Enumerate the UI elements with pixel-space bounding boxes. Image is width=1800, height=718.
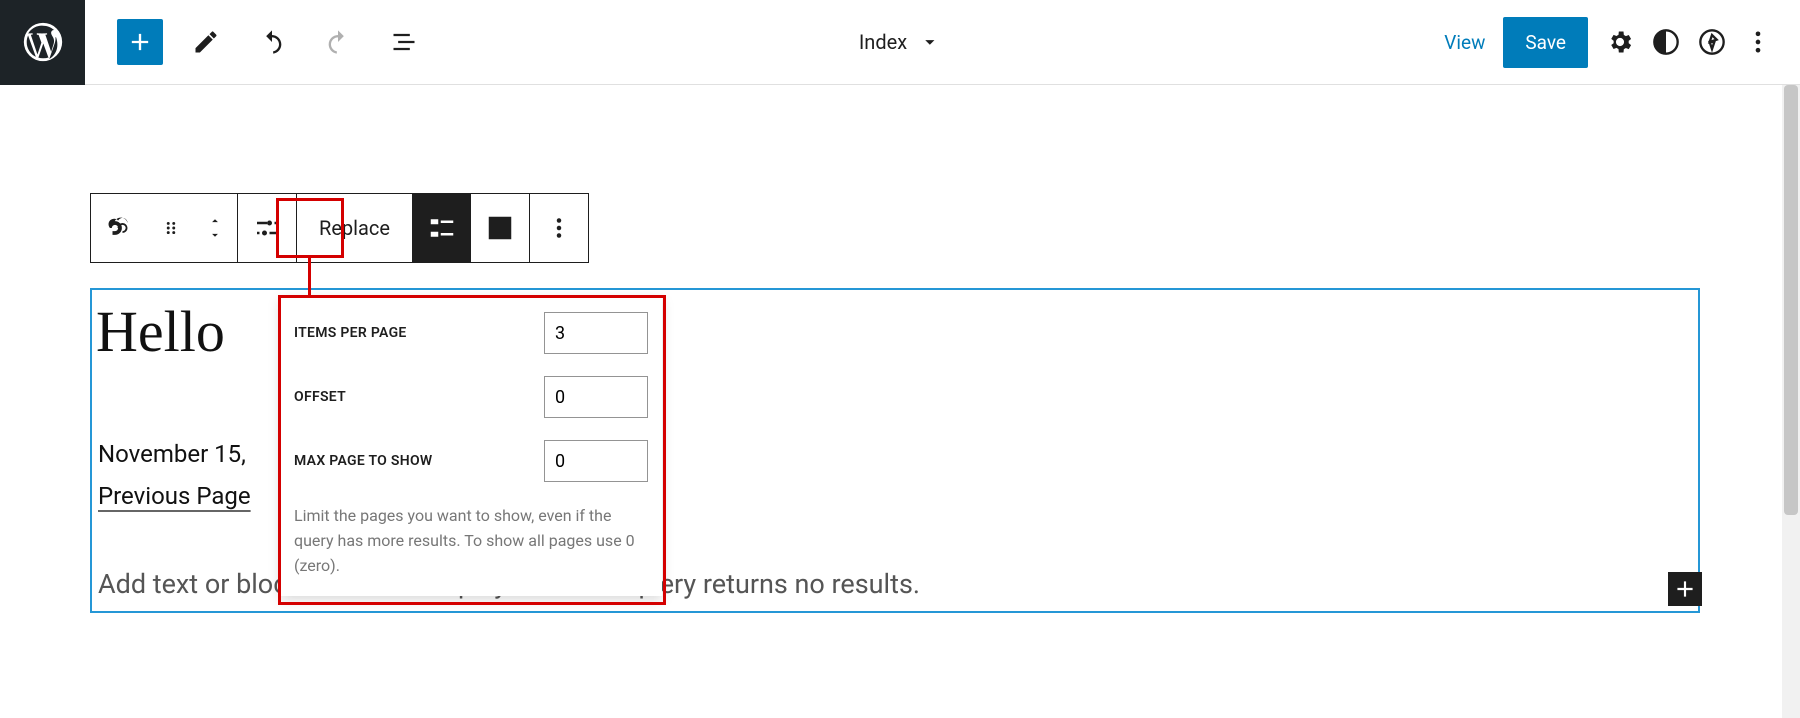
add-block-button[interactable]: [1668, 572, 1702, 606]
top-left-tools: [85, 19, 427, 65]
scrollbar-thumb[interactable]: [1784, 85, 1798, 515]
offset-input[interactable]: [544, 376, 648, 418]
top-right-tools: View Save: [1444, 17, 1800, 68]
wordpress-logo[interactable]: [0, 0, 85, 85]
grid-layout-button[interactable]: [471, 194, 529, 262]
view-link[interactable]: View: [1444, 31, 1485, 54]
navigation-icon[interactable]: [1698, 28, 1726, 56]
items-per-page-input[interactable]: [544, 312, 648, 354]
items-per-page-label: Items per page: [294, 325, 407, 341]
block-inserter-button[interactable]: [117, 19, 163, 65]
post-date[interactable]: November 15,: [98, 440, 246, 468]
list-layout-button[interactable]: [413, 194, 471, 262]
save-button[interactable]: Save: [1503, 17, 1588, 68]
post-title[interactable]: Hello: [96, 298, 225, 365]
move-up-down-buttons[interactable]: [193, 194, 237, 262]
tools-edit-button[interactable]: [183, 19, 229, 65]
previous-page-link[interactable]: Previous Page: [98, 482, 251, 510]
query-loop-block-icon[interactable]: [91, 194, 149, 262]
options-menu-icon[interactable]: [1744, 28, 1772, 56]
chevron-down-icon: [919, 31, 941, 53]
redo-button[interactable]: [315, 19, 361, 65]
vertical-scrollbar[interactable]: [1782, 85, 1800, 718]
replace-button[interactable]: Replace: [297, 216, 412, 240]
display-settings-popover: Items per page Offset Max page to show L…: [280, 296, 662, 596]
display-settings-button[interactable]: [238, 194, 296, 262]
block-options-button[interactable]: [530, 194, 588, 262]
template-name: Index: [859, 30, 907, 54]
max-page-help-text: Limit the pages you want to show, even i…: [294, 504, 648, 578]
editor-top-bar: Index View Save: [0, 0, 1800, 85]
drag-handle-icon[interactable]: [149, 194, 193, 262]
styles-icon[interactable]: [1652, 28, 1680, 56]
undo-button[interactable]: [249, 19, 295, 65]
list-view-button[interactable]: [381, 19, 427, 65]
template-dropdown[interactable]: Index: [859, 30, 941, 54]
max-page-input[interactable]: [544, 440, 648, 482]
settings-icon[interactable]: [1606, 28, 1634, 56]
block-toolbar: Replace: [90, 193, 589, 263]
max-page-label: Max page to show: [294, 453, 433, 469]
offset-label: Offset: [294, 389, 346, 405]
